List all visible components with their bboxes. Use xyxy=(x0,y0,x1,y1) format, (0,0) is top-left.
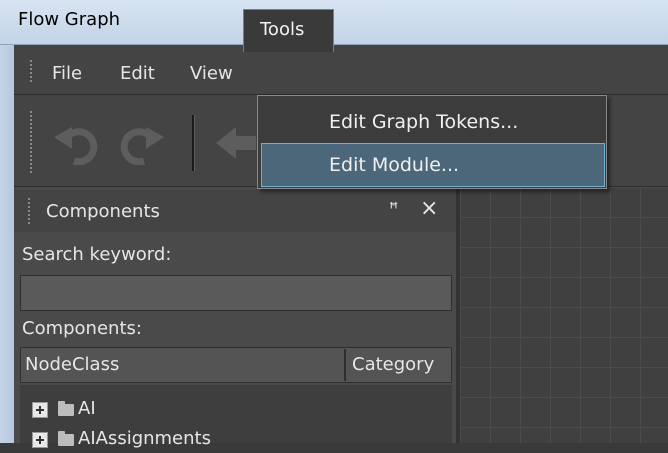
components-panel-header: Components ꟸ × xyxy=(14,190,460,232)
menubar-grip[interactable] xyxy=(30,60,32,84)
menu-item-label: Edit Module... xyxy=(329,154,460,176)
window-title-bar: Flow Graph xyxy=(0,0,668,45)
menu-tools-label: Tools xyxy=(260,19,305,40)
expand-icon[interactable] xyxy=(32,402,48,418)
components-list-label: Components: xyxy=(22,318,142,339)
menu-bar: File Edit View xyxy=(14,45,668,95)
menu-item-label: Edit Graph Tokens... xyxy=(329,111,519,133)
tree-item-aiassignments[interactable]: AIAssignments xyxy=(20,427,452,453)
menu-edit[interactable]: Edit xyxy=(120,63,155,84)
toolbar-grip[interactable] xyxy=(30,111,32,175)
panel-grip[interactable] xyxy=(28,198,30,224)
panel-splitter[interactable] xyxy=(456,187,460,443)
close-icon[interactable]: × xyxy=(420,196,438,221)
search-input[interactable] xyxy=(20,275,452,311)
components-panel-title: Components xyxy=(46,201,160,222)
menu-item-edit-module[interactable]: Edit Module... xyxy=(261,143,605,187)
toolbar-separator xyxy=(192,115,195,171)
folder-icon xyxy=(58,431,74,446)
window-title: Flow Graph xyxy=(18,9,121,30)
back-arrow-icon[interactable] xyxy=(214,125,258,165)
menu-tools[interactable]: Tools xyxy=(243,9,334,52)
table-header: NodeClass Category xyxy=(20,347,452,383)
search-keyword-label: Search keyword: xyxy=(22,244,172,265)
folder-icon xyxy=(58,401,74,416)
menu-view[interactable]: View xyxy=(190,63,233,84)
tools-dropdown-menu: Edit Graph Tokens... Edit Module... xyxy=(257,95,607,189)
pin-icon[interactable]: ꟸ xyxy=(389,199,398,218)
column-divider[interactable] xyxy=(344,349,346,381)
tree-item-label: AI xyxy=(78,398,96,419)
column-header-category[interactable]: Category xyxy=(352,354,434,375)
tree-item-ai[interactable]: AI xyxy=(20,397,452,423)
components-tree: AI AIAssignments xyxy=(20,385,452,449)
tree-item-label: AIAssignments xyxy=(78,428,211,449)
menu-item-edit-graph-tokens[interactable]: Edit Graph Tokens... xyxy=(261,100,603,142)
graph-canvas[interactable] xyxy=(460,187,668,443)
redo-icon[interactable] xyxy=(118,121,168,169)
expand-icon[interactable] xyxy=(32,432,48,448)
column-header-nodeclass[interactable]: NodeClass xyxy=(25,354,119,375)
window-frame-left xyxy=(0,45,14,443)
undo-icon[interactable] xyxy=(50,121,100,169)
menu-file[interactable]: File xyxy=(52,63,82,84)
